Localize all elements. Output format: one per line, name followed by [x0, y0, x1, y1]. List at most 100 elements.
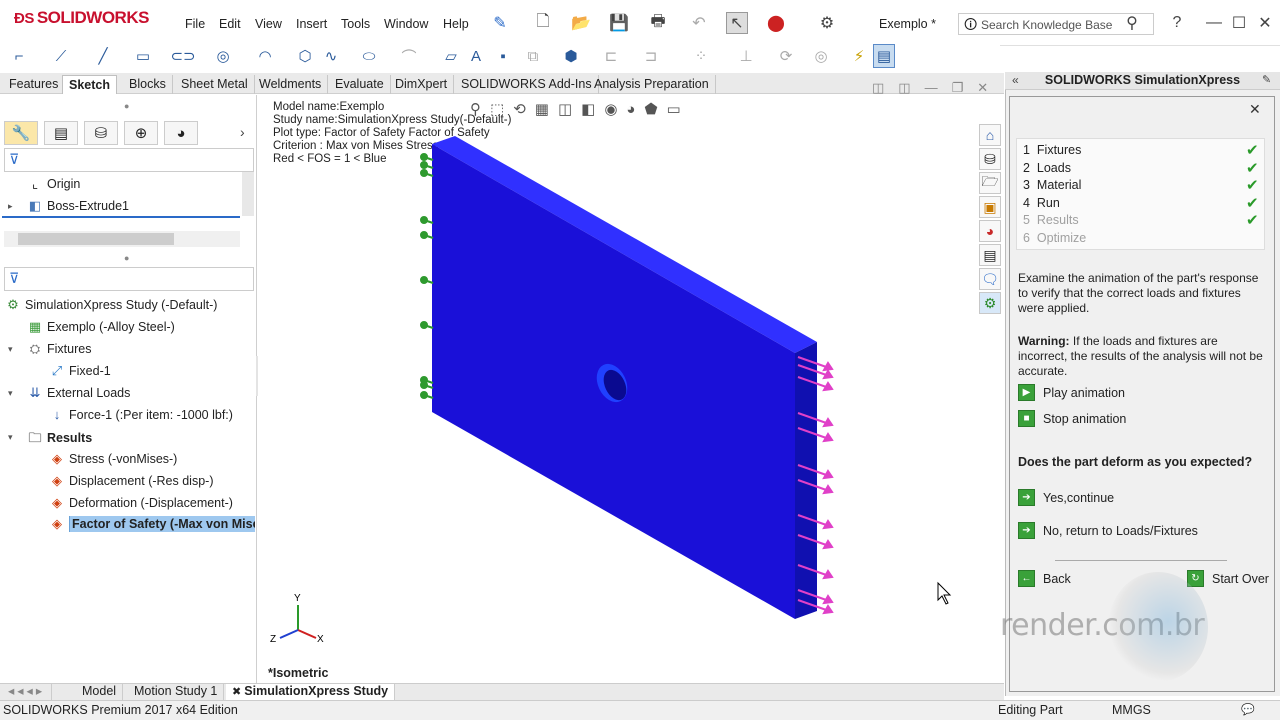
search-icon[interactable]: ⚲	[1121, 12, 1143, 34]
menu-edit[interactable]: Edit	[219, 17, 241, 31]
feature-manager-tab-icon[interactable]: 🔧	[4, 121, 38, 145]
start-over-button[interactable]: ↻ Start Over	[1187, 570, 1269, 587]
tree-item-force[interactable]: ↓ Force-1 (:Per item: -1000 lbf:)	[48, 407, 233, 422]
close-panel-icon[interactable]: ✕	[1249, 101, 1261, 118]
undo-icon[interactable]: ↶	[688, 12, 710, 34]
simulationxpress-icon[interactable]: ⚙	[979, 292, 1001, 314]
configuration-manager-tab-icon[interactable]: ⛁	[84, 121, 118, 145]
pin-panel-icon[interactable]: ✎	[1262, 73, 1271, 86]
tab-evaluate[interactable]: Evaluate	[329, 75, 391, 94]
part-model-graphic[interactable]: Y X Z	[258, 95, 1004, 685]
stop-animation-button[interactable]: ■ Stop animation	[1018, 410, 1126, 427]
new-document-icon[interactable]: 🗋	[532, 12, 554, 34]
no-return-button[interactable]: ➔ No, return to Loads/Fixtures	[1018, 522, 1198, 539]
feature-tree-filter[interactable]: ⊽	[4, 148, 254, 172]
close-view-icon[interactable]: ✕	[977, 80, 1002, 95]
tab-weldments[interactable]: Weldments	[253, 75, 329, 94]
tree-item-boss-extrude[interactable]: ◧ Boss-Extrude1	[26, 198, 129, 214]
help-icon[interactable]: ?	[1166, 12, 1188, 34]
quick-snaps-icon[interactable]: ◎	[810, 44, 832, 68]
tree-item-fixed[interactable]: ⤢ Fixed-1	[48, 363, 111, 379]
collapse-icon[interactable]: ▾	[8, 388, 13, 399]
study-tree-filter[interactable]: ⊽	[4, 267, 254, 291]
pattern-icon[interactable]: ⁘	[690, 44, 712, 68]
step-optimize[interactable]: 6 Optimize	[1023, 231, 1086, 245]
line-icon[interactable]: ╱	[92, 44, 114, 68]
play-animation-button[interactable]: ▶ Play animation	[1018, 384, 1125, 401]
tree-item-stress[interactable]: ◈ Stress (-vonMises-)	[48, 451, 177, 467]
display-manager-tab-icon[interactable]: ◕	[164, 121, 198, 145]
collapse-icon[interactable]: ▾	[8, 432, 13, 443]
tab-sketch[interactable]: Sketch	[62, 75, 117, 94]
tree-horizontal-scrollbar[interactable]	[4, 231, 240, 247]
collapse-icon[interactable]: ▾	[8, 344, 13, 355]
status-tooltip-icon[interactable]: 💬	[1241, 703, 1255, 716]
tab-simulationxpress-study[interactable]: ✖ SimulationXpress Study	[226, 684, 396, 700]
open-document-icon[interactable]: 📂	[570, 12, 592, 34]
tab-sheet-metal[interactable]: Sheet Metal	[175, 75, 255, 94]
maximize-window-icon[interactable]: ☐	[1228, 12, 1250, 34]
step-results[interactable]: 5 Results	[1023, 213, 1079, 227]
rectangle-icon[interactable]: ▭	[132, 44, 154, 68]
minimize-view-icon[interactable]: —	[925, 80, 952, 95]
text-icon[interactable]: A	[465, 44, 487, 68]
tab-blocks[interactable]: Blocks	[123, 75, 173, 94]
collapse-panel-icon[interactable]: «	[1012, 73, 1019, 87]
tree-item-displacement[interactable]: ◈ Displacement (-Res disp-)	[48, 473, 213, 489]
step-run[interactable]: 4 Run	[1023, 196, 1060, 210]
view-palette-icon[interactable]: ▣	[979, 196, 1001, 218]
tree-item-part[interactable]: ▦ Exemplo (-Alloy Steel-)	[26, 319, 175, 335]
menu-insert[interactable]: Insert	[296, 17, 327, 31]
task-pane-home-icon[interactable]: ⌂	[979, 124, 1001, 146]
viewport-window-controls[interactable]: ◫◫—❐✕	[872, 80, 1002, 96]
shaded-sketch-icon[interactable]: ▤	[873, 44, 895, 68]
tree-item-origin[interactable]: ⌞ Origin	[26, 176, 80, 192]
menu-file[interactable]: File	[185, 17, 205, 31]
tab-solidworks-addins[interactable]: SOLIDWORKS Add-Ins	[455, 75, 599, 94]
relations-icon[interactable]: ⊥	[735, 44, 757, 68]
sketch-icon[interactable]: ⌐	[8, 44, 30, 68]
menu-view[interactable]: View	[255, 17, 282, 31]
chevron-right-icon[interactable]: ›	[240, 124, 245, 140]
spline-icon[interactable]: ∿	[320, 44, 342, 68]
options-gear-icon[interactable]: ⚙	[816, 12, 838, 34]
minimize-window-icon[interactable]: —	[1203, 12, 1225, 34]
file-explorer-icon[interactable]: 🗁	[979, 172, 1001, 194]
solidworks-logo[interactable]: ƉS SOLIDWORKS	[14, 8, 149, 28]
polygon-icon[interactable]: ⬡	[294, 44, 316, 68]
tab-dimxpert[interactable]: DimXpert	[389, 75, 455, 94]
arc-icon[interactable]: ◠	[254, 44, 276, 68]
custom-properties-icon[interactable]: ▤	[979, 244, 1001, 266]
yes-continue-button[interactable]: ➔ Yes,continue	[1018, 489, 1114, 506]
splitter-handle[interactable]: ●	[124, 101, 129, 111]
print-icon[interactable]: 🖶	[647, 12, 669, 34]
step-loads[interactable]: 2 Loads	[1023, 161, 1071, 175]
tree-item-factor-of-safety[interactable]: ◈ Factor of Safety (-Max von Mises	[48, 516, 255, 532]
smart-dimension-icon[interactable]: ⟋	[50, 44, 72, 68]
tab-motion-study[interactable]: Motion Study 1	[128, 684, 225, 700]
ellipse-icon[interactable]: ⬭	[358, 44, 380, 68]
mirror-icon[interactable]: ⊐	[640, 44, 662, 68]
tab-model[interactable]: Model	[76, 684, 124, 700]
tree-vertical-scrollbar[interactable]	[242, 172, 254, 216]
tree-item-external-loads[interactable]: ⇊ External Loads	[26, 385, 131, 401]
plane-icon[interactable]: ▱	[440, 44, 462, 68]
tree-item-study[interactable]: ⚙ SimulationXpress Study (-Default-)	[4, 297, 217, 313]
split-view-icon[interactable]: ◫	[872, 80, 898, 95]
expander-icon[interactable]: ▸	[8, 201, 13, 212]
split-view-2-icon[interactable]: ◫	[898, 80, 924, 95]
repair-icon[interactable]: ⟳	[775, 44, 797, 68]
menu-tools[interactable]: Tools	[341, 17, 370, 31]
rebuild-traffic-light-icon[interactable]: ⬤	[765, 12, 787, 34]
appearances-icon[interactable]: ◕	[979, 220, 1001, 242]
dimxpert-manager-tab-icon[interactable]: ⊕	[124, 121, 158, 145]
tree-item-fixtures[interactable]: ⛭ Fixtures	[26, 341, 92, 357]
convert-entities-icon[interactable]: ⧉	[522, 44, 544, 68]
close-window-icon[interactable]: ✕	[1254, 12, 1276, 34]
status-units[interactable]: MMGS	[1112, 703, 1151, 717]
circle-icon[interactable]: ◎	[212, 44, 234, 68]
forum-icon[interactable]: 🗨	[979, 268, 1001, 290]
restore-view-icon[interactable]: ❐	[952, 80, 978, 95]
select-cursor-icon[interactable]: ↖	[726, 12, 748, 34]
back-button[interactable]: ← Back	[1018, 570, 1071, 587]
